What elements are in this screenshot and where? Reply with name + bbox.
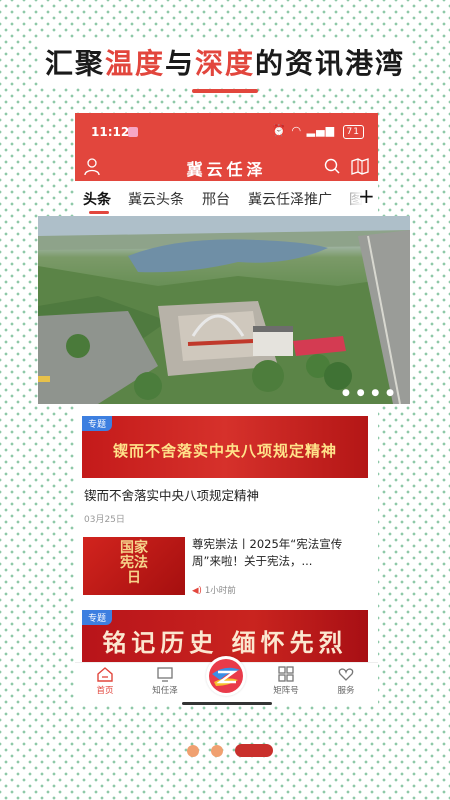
home-indicator (182, 702, 272, 705)
signal-icon: ▂▄▆ (306, 124, 336, 137)
history-banner-text: 铭记历史 缅怀先烈 (102, 628, 348, 657)
add-channel-icon[interactable]: + (358, 184, 375, 208)
thumb-char: 家 (134, 540, 148, 556)
book-icon[interactable] (350, 156, 370, 176)
news-title[interactable]: 尊宪崇法丨2025年“宪法宣传周”来啦！关于宪法，... (192, 536, 362, 570)
grid-icon (278, 666, 294, 682)
feature-title[interactable]: 锲而不舍落实中央八项规定精神 (84, 485, 259, 504)
active-tab-underline (89, 211, 109, 214)
headline-part: 的资讯港湾 (255, 47, 406, 80)
tab-promotion[interactable]: 冀云任泽推广 (248, 189, 332, 209)
topic-tag: 专题 (82, 416, 113, 431)
carousel-indicator: ● ● ● ● (342, 388, 396, 398)
status-bar: 11:12 ⏰ ◠ ▂▄▆ 71 (75, 113, 378, 151)
nav-home[interactable]: 首页 (80, 665, 130, 696)
home-icon (97, 667, 113, 682)
news-meta: ◀) 1小时前 (192, 584, 236, 596)
promo-headline: 汇聚温度与深度的资讯港湾 (0, 42, 450, 82)
search-icon[interactable] (323, 156, 341, 176)
app-header: 冀云任泽 (75, 151, 378, 181)
headline-part: 与 (164, 47, 195, 80)
audio-icon[interactable]: ◀) (192, 586, 202, 596)
thumb-char: 国 (120, 540, 134, 556)
nav-know-renze-label: 知任泽 (152, 686, 178, 696)
feature-date: 03月25日 (84, 515, 125, 525)
status-icons: ⏰ ◠ ▂▄▆ 71 (272, 124, 364, 139)
notification-icon (128, 127, 138, 137)
constitution-day-image: 国家 宪法 日 (109, 541, 159, 591)
channel-tabs: 头条 冀云头条 邢台 冀云任泽推广 图 + (75, 181, 378, 215)
status-time: 11:12 (91, 125, 130, 139)
feature-banner-card[interactable]: 专题 锲而不舍落实中央八项规定精神 (82, 416, 368, 478)
carousel-banner[interactable]: ● ● ● ● (38, 216, 410, 404)
battery-icon: 71 (342, 125, 364, 139)
aerial-photo-image (38, 216, 410, 404)
news-thumbnail[interactable]: 国家 宪法 日 (83, 537, 185, 595)
tab-headlines[interactable]: 头条 (83, 189, 111, 209)
tab-xingtai[interactable]: 邢台 (202, 189, 230, 209)
headline-part: 汇聚 (44, 47, 105, 80)
pager-dot[interactable] (187, 745, 199, 757)
nav-matrix[interactable]: 矩阵号 (261, 665, 311, 696)
pager-dot-active[interactable] (235, 744, 273, 757)
nav-matrix-label: 矩阵号 (273, 686, 299, 696)
headline-underline (192, 89, 258, 93)
nav-services-label: 服务 (337, 686, 355, 696)
feature-banner-text: 锲而不舍落实中央八项规定精神 (112, 442, 337, 460)
thumb-char: 法 (134, 555, 148, 571)
history-banner-card[interactable]: 专题 铭记历史 缅怀先烈 (82, 610, 368, 662)
headline-highlight-warmth: 温度 (104, 47, 165, 80)
thumb-char: 日 (127, 570, 141, 586)
monitor-icon (157, 667, 173, 682)
news-time: 1小时前 (204, 586, 236, 596)
wifi-icon: ◠ (291, 124, 303, 137)
thumb-char: 宪 (120, 555, 134, 571)
alarm-icon: ⏰ (272, 124, 288, 137)
center-logo-button[interactable] (206, 656, 246, 696)
nav-services[interactable]: 服务 (321, 665, 371, 696)
nav-home-label: 首页 (96, 686, 114, 696)
heart-icon (338, 668, 354, 681)
tab-jiyun-headlines[interactable]: 冀云头条 (128, 189, 184, 209)
pager-dot[interactable] (211, 745, 223, 757)
headline-highlight-depth: 深度 (195, 47, 256, 80)
app-logo-icon (209, 659, 243, 693)
nav-know-renze[interactable]: 知任泽 (140, 665, 190, 696)
